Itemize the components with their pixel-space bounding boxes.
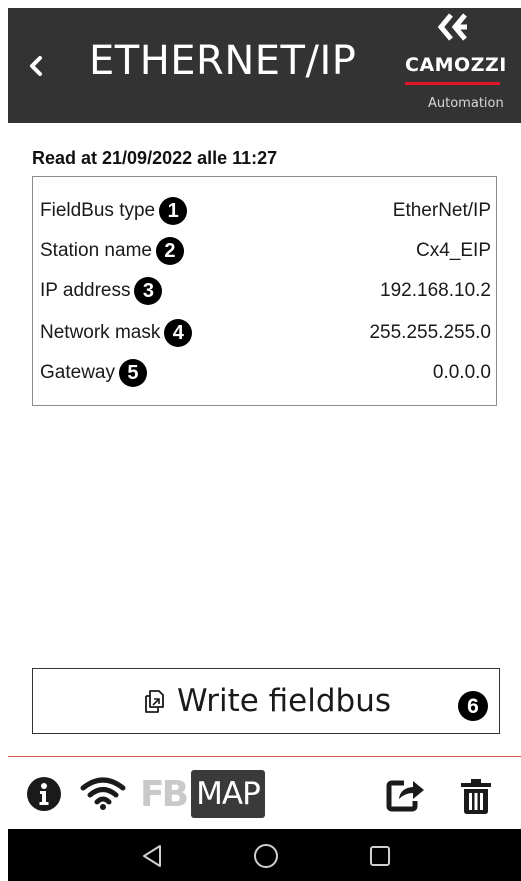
read-timestamp: Read at 21/09/2022 alle 11:27 [32, 148, 278, 168]
marker-badge: 3 [134, 277, 163, 305]
field-value: EtherNet/IP [392, 200, 491, 221]
field-label: Station name [40, 240, 152, 261]
share-button[interactable] [386, 774, 426, 814]
write-fieldbus-label: Write fieldbus [176, 683, 392, 719]
field-row-station-name: Station name 2 Cx4_EIP [40, 231, 491, 271]
nav-recents-icon [370, 846, 390, 866]
field-row-network-mask: Network mask 4 255.255.255.0 [40, 313, 491, 353]
write-fieldbus-button[interactable]: Write fieldbus [32, 668, 500, 734]
marker-badge: 6 [458, 691, 488, 721]
field-label: IP address [40, 280, 131, 301]
field-label: Gateway [40, 362, 115, 383]
nav-home-icon [254, 844, 278, 868]
wifi-icon [80, 777, 126, 810]
field-row-ip-address: IP address 3 192.168.10.2 [40, 271, 491, 311]
wifi-button[interactable] [78, 776, 128, 812]
marker-badge: 5 [118, 359, 147, 387]
nav-recents-button[interactable] [366, 843, 394, 869]
field-label: Network mask [40, 322, 161, 343]
map-label: MAP [196, 776, 261, 812]
page-title: ETHERNET/IP [89, 38, 357, 84]
bottom-toolbar: FB MAP [8, 758, 521, 828]
trash-icon [461, 779, 491, 814]
marker-badge: 1 [159, 197, 188, 225]
logo-subtitle: Automation [428, 96, 504, 111]
back-button[interactable] [24, 44, 48, 88]
delete-button[interactable] [458, 776, 494, 816]
logo-accent-bar [405, 82, 500, 85]
status-strip [0, 0, 521, 8]
field-value: 255.255.255.0 [369, 322, 491, 343]
chevron-left-icon [30, 56, 42, 76]
marker-badge: 4 [164, 319, 193, 347]
nav-back-icon [143, 845, 161, 867]
field-value: 192.168.10.2 [380, 280, 491, 301]
nav-home-button[interactable] [252, 843, 280, 869]
fb-button[interactable]: FB [138, 773, 189, 815]
field-value: Cx4_EIP [416, 240, 491, 261]
brand-logo: CAMOZZI Automation [400, 12, 506, 116]
marker-badge: 2 [155, 237, 184, 265]
field-value: 0.0.0.0 [432, 362, 491, 383]
share-icon [386, 780, 424, 812]
app-header: ETHERNET/IP CAMOZZI Automation [8, 8, 521, 123]
field-label: FieldBus type [40, 200, 156, 221]
nav-back-button[interactable] [138, 843, 166, 869]
copy-icon [141, 687, 169, 715]
logo-text: CAMOZZI [405, 54, 507, 76]
field-row-fieldbus-type: FieldBus type 1 EtherNet/IP [40, 191, 491, 231]
camozzi-mark-icon [437, 13, 467, 41]
fb-label: FB [139, 773, 189, 815]
fieldbus-info-box: FieldBus type 1 EtherNet/IP Station name 2… [32, 176, 497, 406]
system-nav-bar [8, 829, 521, 881]
field-row-gateway: Gateway 5 0.0.0.0 [40, 353, 491, 393]
info-icon [27, 777, 61, 811]
info-button[interactable] [25, 775, 63, 813]
map-button[interactable]: MAP [191, 770, 265, 818]
toolbar-divider [8, 756, 521, 757]
